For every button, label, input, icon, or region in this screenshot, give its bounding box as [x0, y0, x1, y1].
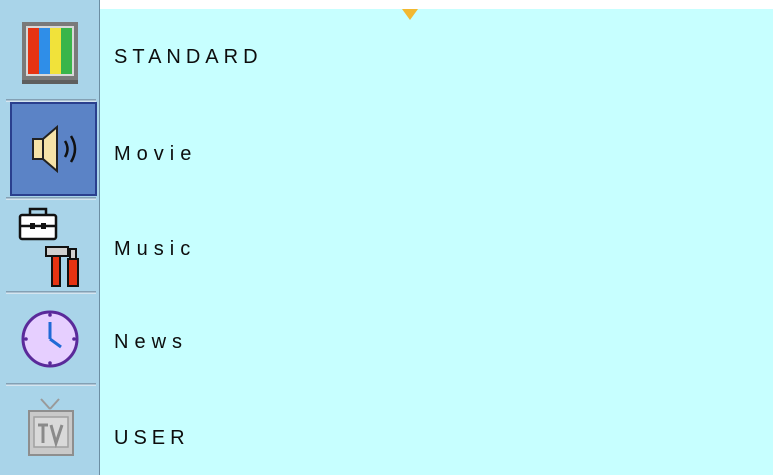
- rail-item-picture[interactable]: [6, 8, 94, 98]
- rail-item-time[interactable]: [6, 294, 94, 384]
- rail-item-sound[interactable]: [10, 102, 97, 196]
- osd-sound-menu: STANDARD Movie Music News USER: [0, 0, 773, 475]
- menu-pointer-icon: [402, 9, 418, 20]
- option-movie[interactable]: Movie: [114, 139, 197, 169]
- option-standard[interactable]: STANDARD: [114, 42, 263, 72]
- options-panel: STANDARD Movie Music News USER: [100, 9, 773, 475]
- clock-icon: [21, 310, 79, 368]
- toolbox-icon: [18, 207, 79, 287]
- option-news[interactable]: News: [114, 327, 188, 357]
- color-bars-icon: [22, 22, 78, 84]
- option-music[interactable]: Music: [114, 234, 196, 264]
- icon-rail: [0, 0, 100, 475]
- rail-item-setup[interactable]: [6, 200, 94, 290]
- rail-item-tv[interactable]: [6, 386, 94, 476]
- tv-icon: [28, 398, 74, 456]
- speaker-icon: [31, 124, 76, 174]
- option-user[interactable]: USER: [114, 423, 190, 453]
